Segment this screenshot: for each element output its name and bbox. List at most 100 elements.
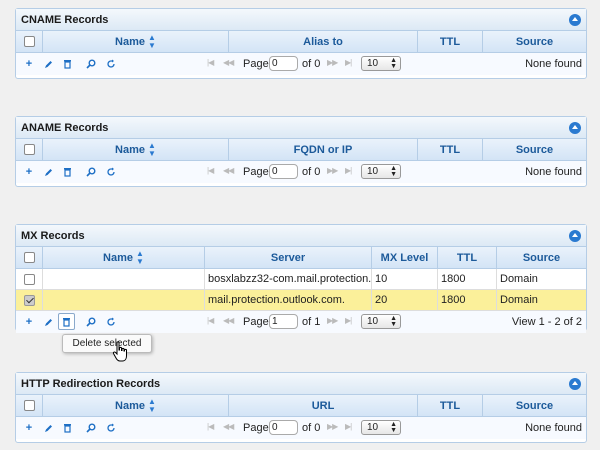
page-input[interactable]: 0 xyxy=(269,56,298,71)
select-all-checkbox[interactable] xyxy=(23,144,35,155)
refresh-icon[interactable] xyxy=(104,57,118,71)
cell-ttl: 1800 xyxy=(438,290,497,310)
column-name[interactable]: Name ▲ ▼ xyxy=(43,247,205,268)
select-all-checkbox[interactable] xyxy=(23,252,35,263)
cell-source: Domain xyxy=(500,294,538,306)
pencil-icon[interactable] xyxy=(41,315,55,329)
trash-icon[interactable] xyxy=(58,313,75,330)
column-ttl[interactable]: TTL xyxy=(418,31,483,52)
page-size-select[interactable]: 10 ▲ ▼ xyxy=(361,164,401,179)
last-page-icon[interactable]: ▶| xyxy=(345,422,352,431)
column-source[interactable]: Source xyxy=(497,247,586,268)
select-arrows-icon: ▲ ▼ xyxy=(390,165,397,178)
page-of-label: of 1 xyxy=(302,316,321,328)
column-mx-level[interactable]: MX Level xyxy=(372,247,438,268)
pencil-icon[interactable] xyxy=(41,165,55,179)
refresh-icon[interactable] xyxy=(104,315,118,329)
column-source[interactable]: Source xyxy=(483,31,586,52)
prev-page-icon[interactable]: ◀◀ xyxy=(223,422,234,431)
page-input[interactable]: 1 xyxy=(269,314,298,329)
select-arrows-icon: ▲ ▼ xyxy=(390,57,397,70)
cell-source: Domain xyxy=(500,273,538,285)
select-all-checkbox[interactable] xyxy=(23,400,35,411)
aname-header-row: Name ▲ ▼ FQDN or IP TTL Source xyxy=(16,139,586,161)
page-size-select[interactable]: 10 ▲ ▼ xyxy=(361,420,401,435)
pencil-icon[interactable] xyxy=(41,421,55,435)
first-page-icon[interactable]: |◀ xyxy=(207,422,214,431)
column-name-label: Name xyxy=(115,35,146,48)
refresh-icon[interactable] xyxy=(104,165,118,179)
refresh-icon[interactable] xyxy=(104,421,118,435)
mx-panel: MX Records Name ▲ ▼ Server MX Level TTL So… xyxy=(15,224,587,333)
column-ttl[interactable]: TTL xyxy=(418,139,483,160)
add-icon[interactable]: + xyxy=(22,57,36,71)
next-page-icon[interactable]: ▶▶ xyxy=(327,58,338,67)
last-page-icon[interactable]: ▶| xyxy=(345,166,352,175)
cell-mx-level: 20 xyxy=(372,290,438,310)
collapse-icon[interactable] xyxy=(569,377,581,390)
http-panel-title: HTTP Redirection Records xyxy=(21,377,161,390)
column-name[interactable]: Name ▲ ▼ xyxy=(43,395,229,416)
delete-selected-tooltip: Delete selected xyxy=(62,334,152,353)
cell-ttl: 1800 xyxy=(438,269,497,289)
column-ttl[interactable]: TTL xyxy=(418,395,483,416)
cname-panel-title: CNAME Records xyxy=(21,13,109,26)
next-page-icon[interactable]: ▶▶ xyxy=(327,422,338,431)
mx-header-row: Name ▲ ▼ Server MX Level TTL Source xyxy=(16,247,586,269)
page-input[interactable]: 0 xyxy=(269,164,298,179)
cell-mx-level: 10 xyxy=(372,269,438,289)
add-icon[interactable]: + xyxy=(22,421,36,435)
pencil-icon[interactable] xyxy=(41,57,55,71)
column-url[interactable]: URL xyxy=(229,395,418,416)
column-alias[interactable]: Alias to xyxy=(229,31,418,52)
select-all-cell xyxy=(16,139,43,160)
magnifier-icon[interactable] xyxy=(84,57,98,71)
column-source[interactable]: Source xyxy=(483,395,586,416)
hand-cursor-icon xyxy=(112,341,127,362)
page-size-value: 10 xyxy=(367,166,379,177)
first-page-icon[interactable]: |◀ xyxy=(207,166,214,175)
column-server[interactable]: Server xyxy=(205,247,372,268)
sort-icon: ▲ ▼ xyxy=(148,32,156,50)
page-size-select[interactable]: 10 ▲ ▼ xyxy=(361,56,401,71)
select-all-checkbox[interactable] xyxy=(23,36,35,47)
column-name-label: Name xyxy=(115,143,146,156)
records-status: View 1 - 2 of 2 xyxy=(511,316,582,328)
magnifier-icon[interactable] xyxy=(84,165,98,179)
row-checkbox[interactable] xyxy=(23,273,35,285)
select-arrows-icon: ▲ ▼ xyxy=(390,421,397,434)
magnifier-icon[interactable] xyxy=(84,315,98,329)
prev-page-icon[interactable]: ◀◀ xyxy=(223,316,234,325)
collapse-icon[interactable] xyxy=(569,121,581,134)
add-icon[interactable]: + xyxy=(22,315,36,329)
last-page-icon[interactable]: ▶| xyxy=(345,316,352,325)
trash-icon[interactable] xyxy=(60,165,74,179)
cname-header-row: Name ▲ ▼ Alias to TTL Source xyxy=(16,31,586,53)
table-row[interactable]: bosxlabzz32-com.mail.protection.outlook.… xyxy=(16,269,586,290)
next-page-icon[interactable]: ▶▶ xyxy=(327,166,338,175)
column-fqdn[interactable]: FQDN or IP xyxy=(229,139,418,160)
page-input[interactable]: 0 xyxy=(269,420,298,435)
records-status: None found xyxy=(525,58,582,70)
trash-icon[interactable] xyxy=(60,57,74,71)
cname-panel-header: CNAME Records xyxy=(16,9,586,31)
column-name[interactable]: Name ▲ ▼ xyxy=(43,139,229,160)
prev-page-icon[interactable]: ◀◀ xyxy=(223,166,234,175)
column-name[interactable]: Name ▲ ▼ xyxy=(43,31,229,52)
table-row-selected[interactable]: mail.protection.outlook.com. 20 1800 Dom… xyxy=(16,290,586,311)
magnifier-icon[interactable] xyxy=(84,421,98,435)
page-label: Page xyxy=(243,422,269,434)
trash-icon[interactable] xyxy=(60,421,74,435)
first-page-icon[interactable]: |◀ xyxy=(207,58,214,67)
prev-page-icon[interactable]: ◀◀ xyxy=(223,58,234,67)
next-page-icon[interactable]: ▶▶ xyxy=(327,316,338,325)
last-page-icon[interactable]: ▶| xyxy=(345,58,352,67)
column-ttl[interactable]: TTL xyxy=(438,247,497,268)
column-source[interactable]: Source xyxy=(483,139,586,160)
row-checkbox-checked[interactable] xyxy=(23,294,35,306)
collapse-icon[interactable] xyxy=(569,13,581,26)
page-size-select[interactable]: 10 ▲ ▼ xyxy=(361,314,401,329)
collapse-icon[interactable] xyxy=(569,229,581,242)
first-page-icon[interactable]: |◀ xyxy=(207,316,214,325)
add-icon[interactable]: + xyxy=(22,165,36,179)
